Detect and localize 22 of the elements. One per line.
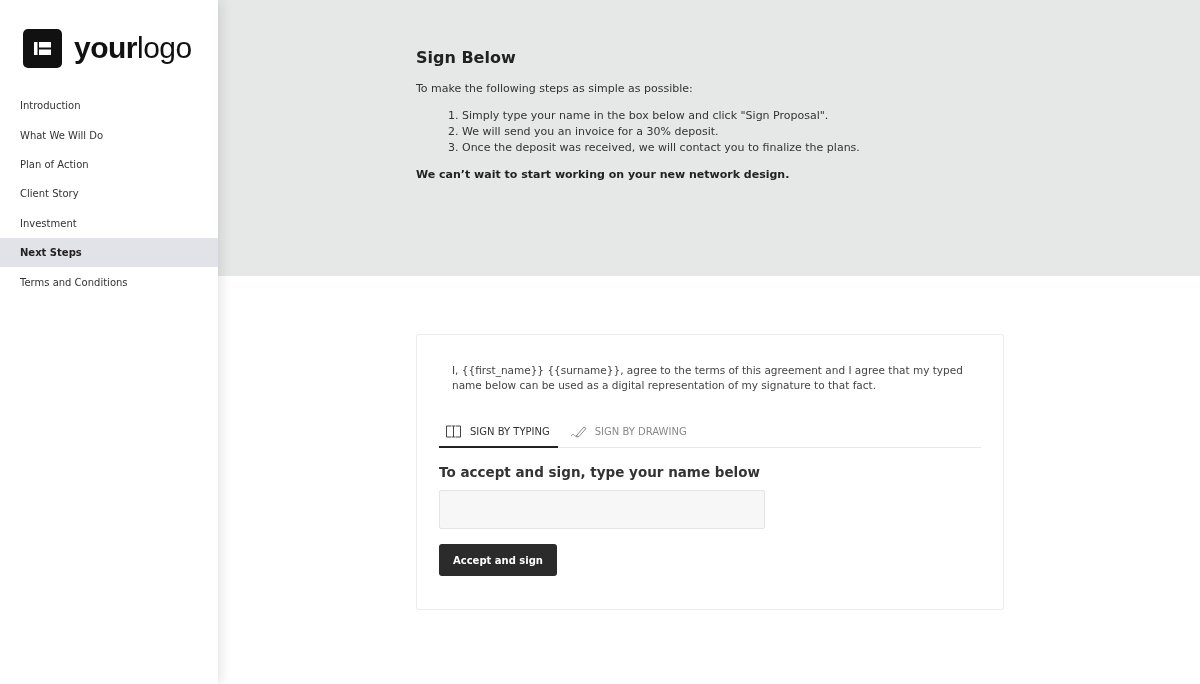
intro-text: To make the following steps as simple as possible:: [416, 82, 694, 95]
sidebar-item[interactable]: Next Steps: [0, 237, 218, 268]
sign-tab[interactable]: SIGN BY TYPING: [439, 425, 558, 448]
accept-button[interactable]: Accept and sign: [439, 544, 557, 576]
sidebar-item[interactable]: What We Will Do: [0, 120, 218, 150]
logo-icon: [23, 28, 62, 68]
sidebar-item[interactable]: Plan of Action: [0, 149, 218, 180]
sidebar-item[interactable]: Client Story: [0, 179, 218, 209]
step-item: 3. Once the deposit was received, we will contact you to finalize the plans.: [448, 141, 861, 154]
agreement-text: I, {{first_name}} {{surname}}, agree to the terms of this agreement and I agree that my typed name below can be used as a digital representation of my signature to that fact.: [451, 363, 964, 393]
step-item: 1. Simply type your name in the box below and click "Sign Proposal".: [448, 109, 830, 122]
pen-icon: [569, 425, 587, 438]
sidebar-item[interactable]: Terms and Conditions: [0, 267, 218, 297]
step-item: 2. We will send you an invoice for a 30% deposit.: [448, 125, 720, 138]
section-title: Sign Below: [416, 48, 517, 67]
sign-prompt: To accept and sign, type your name below: [439, 464, 761, 480]
sidebar-item[interactable]: Investment: [0, 208, 218, 238]
closing-text: We can’t wait to start working on your new network design.: [416, 168, 791, 181]
name-input-field[interactable]: [439, 490, 765, 529]
sidebar-item[interactable]: Introduction: [0, 91, 218, 121]
sign-tab[interactable]: SIGN BY DRAWING: [563, 425, 695, 448]
logo-text: yourlogo: [74, 31, 192, 65]
